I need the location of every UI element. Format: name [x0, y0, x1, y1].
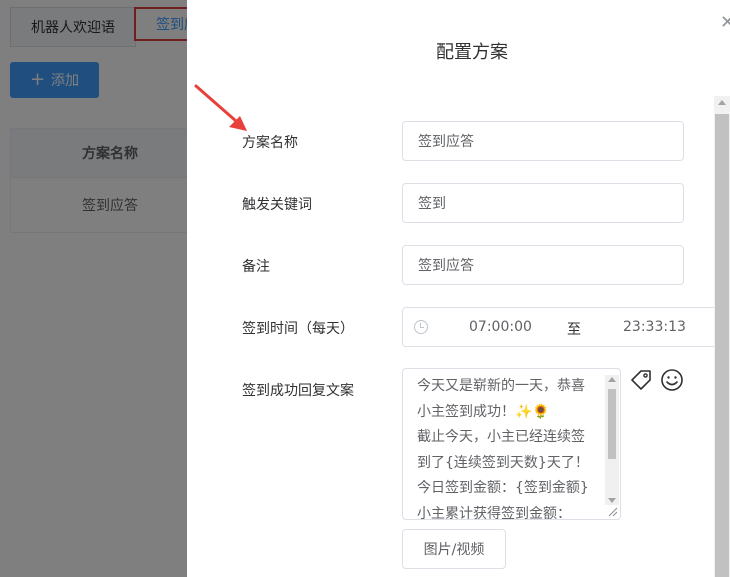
range-separator: 至: [567, 322, 581, 338]
reply-line: 小主累计获得签到金额：: [417, 505, 571, 520]
keyword-label: 触发关键词: [242, 197, 312, 213]
drawer-title: 配置方案: [436, 42, 508, 63]
keyword-value: 签到: [418, 196, 446, 212]
note-label: 备注: [242, 259, 270, 275]
clock-icon: [414, 320, 428, 334]
start-time[interactable]: 07:00:00: [469, 319, 532, 335]
resize-grip-icon[interactable]: [608, 507, 618, 517]
scroll-up-icon[interactable]: [608, 377, 616, 382]
note-input[interactable]: 签到应答: [402, 245, 684, 285]
textarea-scrollbar[interactable]: [605, 375, 619, 505]
reply-line: 今日签到金额：{签到金额}: [417, 480, 589, 496]
scrollbar-thumb[interactable]: [608, 389, 616, 459]
scheme-name-input[interactable]: 签到应答: [402, 121, 684, 161]
reply-textarea[interactable]: 今天又是崭新的一天，恭喜 小主签到成功！✨🌻 截止今天，小主已经连续签 到了{连…: [402, 368, 621, 520]
tag-icon[interactable]: [629, 368, 653, 392]
scrollbar-thumb[interactable]: [715, 114, 729, 577]
image-video-label: 图片/视频: [423, 542, 485, 558]
scheme-name-value: 签到应答: [418, 134, 474, 150]
config-drawer: 配置方案 ✕ 方案名称 签到应答 触发关键词 签到 备注 签到应答 签到时间（每…: [187, 0, 730, 577]
scroll-up-icon[interactable]: [718, 100, 726, 105]
reply-line: 今天又是崭新的一天，恭喜: [417, 378, 585, 394]
reply-line: 到了{连续签到天数}天了！: [417, 454, 589, 471]
image-video-button[interactable]: 图片/视频: [402, 529, 506, 569]
scroll-down-icon[interactable]: [608, 498, 616, 503]
reply-line: 小主签到成功！✨🌻: [417, 403, 550, 420]
reply-text-label: 签到成功回复文案: [242, 383, 354, 399]
time-range-picker[interactable]: 07:00:00 至 23:33:13: [402, 307, 722, 347]
reply-text: 今天又是崭新的一天，恭喜 小主签到成功！✨🌻 截止今天，小主已经连续签 到了{连…: [417, 374, 609, 520]
keyword-input[interactable]: 签到: [402, 183, 684, 223]
note-value: 签到应答: [418, 258, 474, 274]
checkin-time-label: 签到时间（每天）: [242, 321, 354, 337]
smile-icon[interactable]: [660, 368, 684, 392]
reply-line: 截止今天，小主已经连续签: [417, 429, 585, 445]
end-time[interactable]: 23:33:13: [623, 319, 686, 335]
scheme-name-label: 方案名称: [242, 135, 298, 151]
close-icon[interactable]: ✕: [720, 14, 730, 32]
drawer-scrollbar[interactable]: [714, 96, 730, 577]
